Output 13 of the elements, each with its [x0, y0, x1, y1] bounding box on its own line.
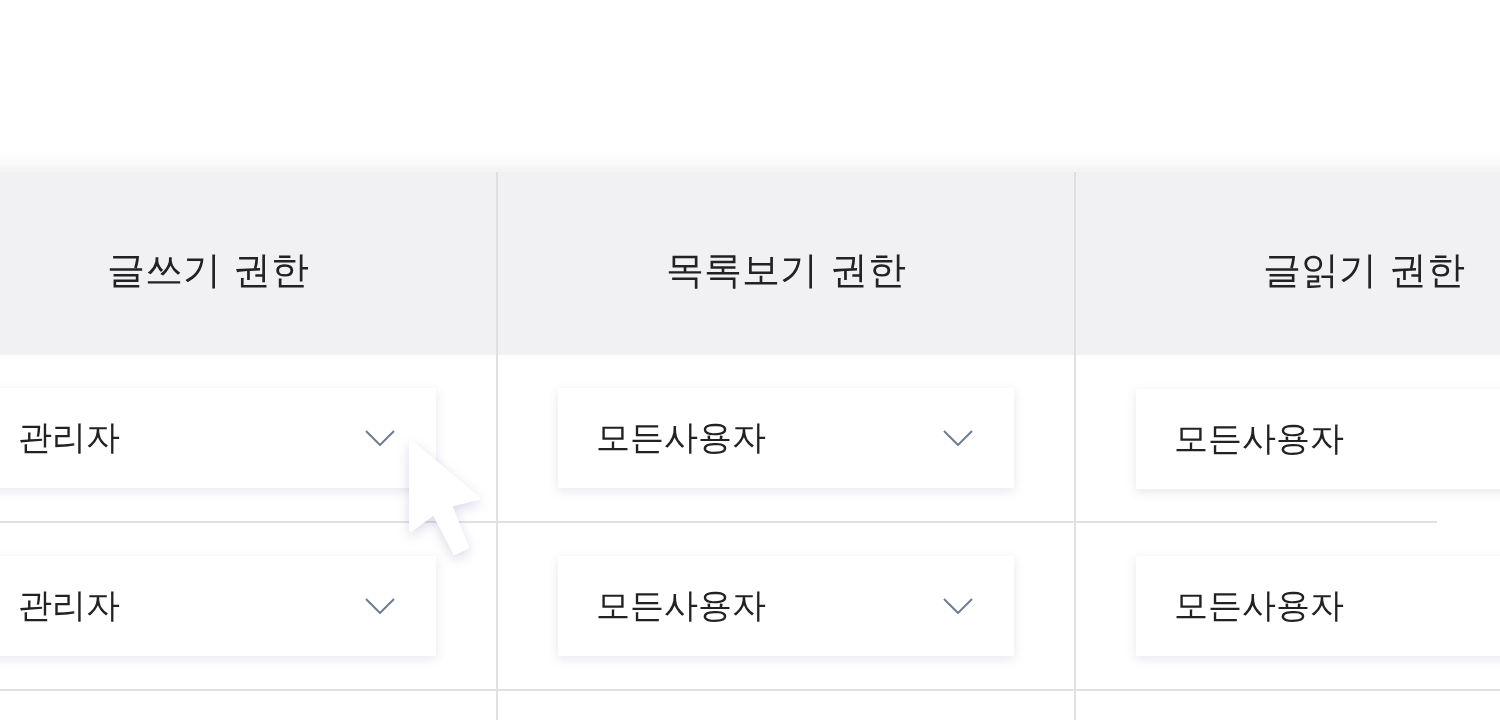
- select-dropdown[interactable]: 모든사용자: [1136, 556, 1500, 656]
- select-dropdown[interactable]: 모든사용자: [1136, 389, 1500, 489]
- select-dropdown[interactable]: 관리자: [0, 388, 436, 488]
- select-dropdown[interactable]: 관리자: [0, 556, 436, 656]
- select-dropdown[interactable]: 모든사용자: [558, 388, 1014, 488]
- column-header: 글읽기 권한: [1076, 172, 1500, 355]
- chevron-down-icon: [943, 598, 973, 614]
- chevron-down-icon: [943, 430, 973, 446]
- chevron-down-icon: [365, 598, 395, 614]
- chevron-down-icon: [365, 430, 395, 446]
- column-header: 목록보기 권한: [498, 172, 1076, 355]
- column-header: 글쓰기 권한: [0, 172, 498, 355]
- select-dropdown[interactable]: 모든사용자: [558, 556, 1014, 656]
